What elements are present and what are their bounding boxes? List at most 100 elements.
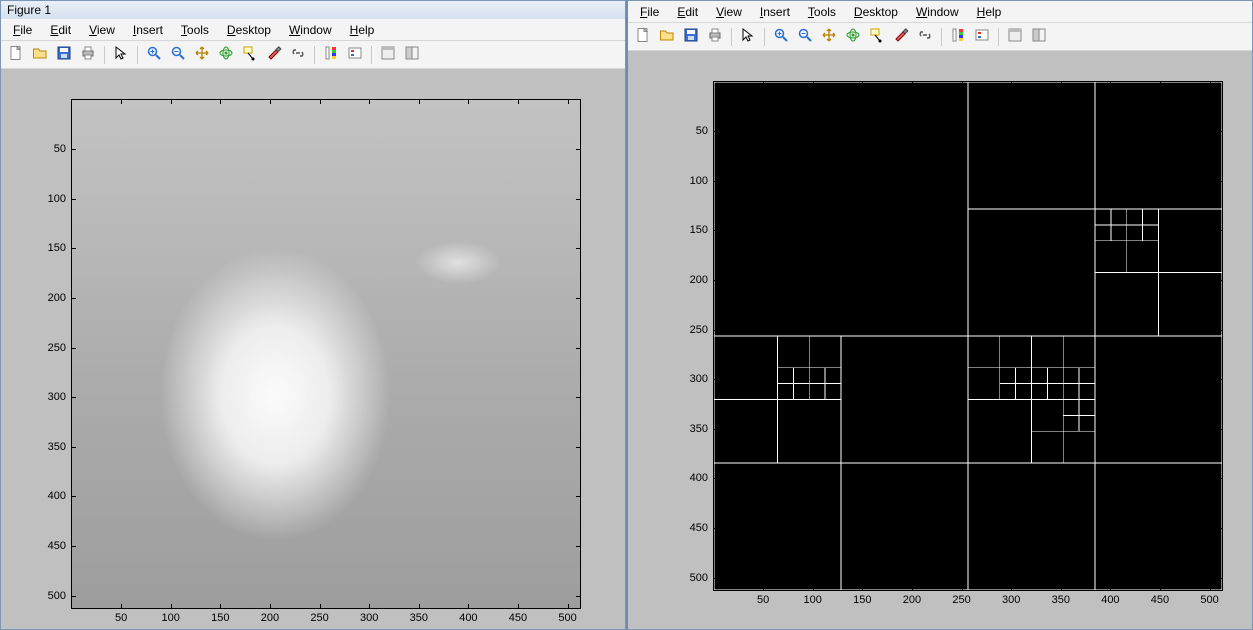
pointer-button[interactable] bbox=[110, 44, 132, 66]
menu-view[interactable]: View bbox=[81, 21, 123, 39]
link-button[interactable] bbox=[914, 26, 936, 48]
menu-help[interactable]: Help bbox=[969, 3, 1010, 21]
save-button[interactable] bbox=[53, 44, 75, 66]
y-tick-label: 300 bbox=[690, 373, 708, 385]
data-cursor-icon bbox=[242, 45, 258, 64]
new-button[interactable] bbox=[632, 26, 654, 48]
docked-button[interactable] bbox=[401, 44, 423, 66]
x-tick-label: 100 bbox=[804, 594, 822, 606]
print-button[interactable] bbox=[77, 44, 99, 66]
y-tick-label: 400 bbox=[690, 472, 708, 484]
zoomin-button[interactable] bbox=[770, 26, 792, 48]
y-tick-label: 250 bbox=[690, 324, 708, 336]
menu-edit[interactable]: Edit bbox=[669, 3, 706, 21]
figure-canvas[interactable]: 5010015020025030035040045050050100150200… bbox=[1, 69, 625, 629]
link-button[interactable] bbox=[287, 44, 309, 66]
open-button[interactable] bbox=[29, 44, 51, 66]
brush-button[interactable] bbox=[890, 26, 912, 48]
colorbar-icon bbox=[323, 45, 339, 64]
image-content bbox=[72, 100, 580, 608]
open-folder-icon bbox=[659, 27, 675, 46]
y-tick-label: 450 bbox=[48, 540, 66, 552]
hide-tools-icon bbox=[380, 45, 396, 64]
figure-window-1: Figure 1 FileEditViewInsertToolsDesktopW… bbox=[0, 0, 626, 630]
new-file-icon bbox=[8, 45, 24, 64]
menu-view[interactable]: View bbox=[708, 3, 750, 21]
y-tick-label: 150 bbox=[690, 224, 708, 236]
legend-icon bbox=[347, 45, 363, 64]
menu-window[interactable]: Window bbox=[281, 21, 340, 39]
datacursor-button[interactable] bbox=[239, 44, 261, 66]
titlebar[interactable]: Figure 1 bbox=[1, 1, 625, 19]
x-tick-label: 450 bbox=[1151, 594, 1169, 606]
zoomin-button[interactable] bbox=[143, 44, 165, 66]
toolbar-separator bbox=[371, 46, 372, 64]
x-tick-label: 200 bbox=[261, 612, 279, 624]
menu-tools[interactable]: Tools bbox=[173, 21, 217, 39]
quadtree-visualization bbox=[714, 82, 1222, 590]
menu-help[interactable]: Help bbox=[342, 21, 383, 39]
save-button[interactable] bbox=[680, 26, 702, 48]
hidetools-button[interactable] bbox=[1004, 26, 1026, 48]
print-icon bbox=[80, 45, 96, 64]
x-tick-label: 250 bbox=[310, 612, 328, 624]
toolbar bbox=[628, 23, 1252, 51]
toolbar-separator bbox=[104, 46, 105, 64]
colorbar-button[interactable] bbox=[947, 26, 969, 48]
menu-file[interactable]: File bbox=[5, 21, 40, 39]
brush-button[interactable] bbox=[263, 44, 285, 66]
menu-insert[interactable]: Insert bbox=[752, 3, 798, 21]
x-tick-label: 50 bbox=[115, 612, 127, 624]
menu-tools[interactable]: Tools bbox=[800, 3, 844, 21]
new-button[interactable] bbox=[5, 44, 27, 66]
zoom-in-icon bbox=[146, 45, 162, 64]
x-tick-label: 100 bbox=[162, 612, 180, 624]
new-file-icon bbox=[635, 27, 651, 46]
axes-image[interactable]: 5010015020025030035040045050050100150200… bbox=[71, 99, 581, 609]
datacursor-button[interactable] bbox=[866, 26, 888, 48]
hidetools-button[interactable] bbox=[377, 44, 399, 66]
y-tick-label: 400 bbox=[48, 490, 66, 502]
x-tick-label: 300 bbox=[1002, 594, 1020, 606]
colorbar-button[interactable] bbox=[320, 44, 342, 66]
pointer-button[interactable] bbox=[737, 26, 759, 48]
x-tick-label: 50 bbox=[757, 594, 769, 606]
menu-window[interactable]: Window bbox=[908, 3, 967, 21]
open-button[interactable] bbox=[656, 26, 678, 48]
axes-quadtree[interactable]: 5010015020025030035040045050050100150200… bbox=[713, 81, 1223, 591]
rotate-button[interactable] bbox=[842, 26, 864, 48]
menu-desktop[interactable]: Desktop bbox=[219, 21, 279, 39]
y-tick-label: 200 bbox=[48, 292, 66, 304]
link-icon bbox=[290, 45, 306, 64]
menu-file[interactable]: File bbox=[632, 3, 667, 21]
y-tick-label: 100 bbox=[690, 175, 708, 187]
pan-icon bbox=[194, 45, 210, 64]
x-tick-label: 450 bbox=[509, 612, 527, 624]
x-tick-label: 150 bbox=[211, 612, 229, 624]
menu-edit[interactable]: Edit bbox=[42, 21, 79, 39]
y-tick-label: 250 bbox=[48, 342, 66, 354]
toolbar-separator bbox=[998, 28, 999, 46]
y-tick-label: 50 bbox=[54, 143, 66, 155]
rotate-button[interactable] bbox=[215, 44, 237, 66]
zoomout-button[interactable] bbox=[794, 26, 816, 48]
print-button[interactable] bbox=[704, 26, 726, 48]
pan-button[interactable] bbox=[191, 44, 213, 66]
pan-button[interactable] bbox=[818, 26, 840, 48]
zoomout-button[interactable] bbox=[167, 44, 189, 66]
x-tick-label: 400 bbox=[459, 612, 477, 624]
legend-icon bbox=[974, 27, 990, 46]
x-tick-label: 500 bbox=[558, 612, 576, 624]
hide-tools-icon bbox=[1007, 27, 1023, 46]
x-tick-label: 500 bbox=[1200, 594, 1218, 606]
toolbar-separator bbox=[941, 28, 942, 46]
docked-button[interactable] bbox=[1028, 26, 1050, 48]
legend-button[interactable] bbox=[344, 44, 366, 66]
x-tick-label: 350 bbox=[1052, 594, 1070, 606]
legend-button[interactable] bbox=[971, 26, 993, 48]
brush-icon bbox=[893, 27, 909, 46]
menu-desktop[interactable]: Desktop bbox=[846, 3, 906, 21]
figure-canvas[interactable]: 5010015020025030035040045050050100150200… bbox=[628, 51, 1252, 629]
menu-insert[interactable]: Insert bbox=[125, 21, 171, 39]
menubar: FileEditViewInsertToolsDesktopWindowHelp bbox=[1, 19, 625, 41]
